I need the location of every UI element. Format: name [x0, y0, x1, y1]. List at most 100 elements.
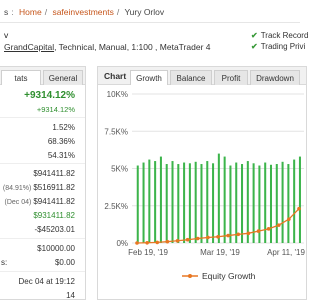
profit-bar — [142, 162, 145, 243]
x-tick-label: Feb 19, '19 — [128, 248, 168, 257]
breadcrumb-home-link[interactable]: Home — [19, 7, 42, 17]
equity-point — [155, 240, 160, 245]
profit-bar — [159, 156, 162, 243]
stat-monthly: 68.36% — [47, 137, 75, 146]
x-axis-ticks: Feb 19, '19 Mar 19, '19 Apr 11, '19 — [128, 248, 305, 257]
tab-growth[interactable]: Growth — [130, 70, 168, 85]
y-tick-label: 2.5K% — [104, 202, 128, 211]
y-tick-label: 5K% — [111, 165, 128, 174]
stat-equity-row: (84.91%) $516911.82 — [1, 183, 75, 192]
equity-point — [195, 236, 200, 241]
breadcrumb-prefix: s — [4, 7, 9, 17]
chart-label: Chart — [104, 71, 127, 81]
equity-point — [246, 231, 251, 236]
x-tick-label: Mar 19, '19 — [200, 248, 240, 257]
breadcrumb-current: Yury Orlov — [124, 7, 165, 17]
stat-highest: $941411.82 — [33, 197, 75, 206]
profit-bar — [200, 164, 203, 243]
stat-deposits: $10000.00 — [37, 244, 75, 253]
profit-bar — [281, 161, 284, 243]
profit-bar — [269, 164, 273, 243]
profit-bar — [136, 165, 139, 243]
profit-bar — [229, 165, 232, 243]
profit-bar — [298, 156, 301, 243]
profit-bar — [293, 159, 296, 243]
y-axis-ticks: 10K% 7.5K% 5K% 2.5K% 0% — [104, 90, 128, 248]
stat-interest: -$45203.01 — [34, 225, 75, 234]
equity-point — [175, 238, 180, 243]
profit-bar — [171, 161, 174, 243]
profit-bar — [217, 153, 220, 243]
equity-point — [185, 237, 190, 242]
equity-point — [226, 233, 230, 238]
equity-point — [276, 223, 281, 227]
profit-bar — [246, 161, 249, 243]
profit-bar — [188, 163, 191, 243]
profit-bar — [223, 156, 226, 243]
stats-panel: tats General +9314.12% +9314.12% 1.52% 6… — [0, 66, 86, 300]
growth-chart: 10K% 7.5K% 5K% 2.5K% 0% Feb 19, '19 Mar 19, '… — [104, 90, 305, 281]
check-icon: ✔ — [251, 42, 258, 51]
legend-label: Equity Growth — [202, 271, 256, 281]
tab-stats[interactable]: tats — [1, 70, 41, 85]
stat-updated: Dec 04 at 19:12 — [18, 277, 75, 286]
equity-point — [266, 227, 271, 231]
profit-bar — [235, 162, 238, 243]
chart-panel: Chart Growth Balance Profit Drawdown 10K… — [97, 66, 307, 300]
stat-equity: $516911.82 — [33, 183, 75, 192]
profit-bars — [136, 153, 301, 243]
y-tick-label: 10K% — [107, 90, 128, 99]
stat-daily: 1.52% — [52, 123, 75, 132]
equity-point — [256, 229, 261, 233]
profit-bar — [252, 163, 255, 243]
stat-equity-pct: (84.91%) — [2, 185, 32, 192]
tab-drawdown[interactable]: Drawdown — [250, 70, 300, 85]
profit-bar — [287, 164, 290, 243]
profit-bar — [212, 163, 215, 243]
broker-link[interactable]: GrandCapital — [4, 42, 54, 52]
breadcrumb: s: Home / safeinvestments / Yury Orlov — [4, 7, 165, 17]
stat-abs-gain: +9314.12% — [36, 105, 75, 114]
equity-point — [145, 240, 149, 245]
profit-bar — [194, 161, 197, 243]
header-divider — [0, 22, 300, 23]
y-tick-label: 7.5K% — [104, 127, 128, 136]
stats-tabs: tats General — [0, 67, 85, 85]
profit-bar — [165, 164, 168, 243]
account-meta: GrandCapital, Technical, Manual, 1:100 ,… — [4, 42, 211, 52]
stat-profit: $931411.82 — [33, 211, 75, 220]
equity-point — [216, 234, 220, 239]
stat-balance: $941411.82 — [33, 169, 75, 178]
equity-point — [206, 235, 210, 240]
profit-bar — [275, 164, 278, 243]
stat-highest-row: (Dec 04) $941411.82 — [1, 197, 75, 206]
account-meta-rest: , Technical, Manual, 1:100 , MetaTrader … — [54, 42, 211, 52]
breadcrumb-safeinvestments-link[interactable]: safeinvestments — [52, 7, 113, 17]
profit-bar — [264, 162, 267, 243]
stat-highest-date: (Dec 04) — [4, 199, 32, 206]
legend-swatch-dot — [188, 274, 192, 278]
chart-legend: Equity Growth — [182, 271, 256, 281]
profit-bar — [148, 159, 151, 243]
account-title: v — [4, 30, 9, 40]
tab-general[interactable]: General — [43, 70, 83, 85]
trading-privileges-label: Trading Privi — [260, 42, 306, 51]
stat-withdrawals: $0.00 — [54, 258, 75, 267]
tab-profit[interactable]: Profit — [214, 70, 248, 85]
profit-bar — [177, 164, 180, 243]
track-record-label: Track Record — [260, 31, 309, 40]
profit-bar — [206, 161, 209, 243]
stat-drawdown: 54.31% — [47, 151, 75, 160]
equity-point — [297, 206, 301, 211]
stat-gain: +9314.12% — [24, 90, 75, 101]
trading-privileges-verified: ✔ Trading Privi — [251, 42, 305, 51]
y-tick-label: 0% — [116, 239, 128, 248]
equity-point — [287, 217, 291, 221]
chart-tabs: Chart Growth Balance Profit Drawdown — [98, 67, 306, 85]
equity-point — [236, 232, 241, 237]
equity-point — [165, 239, 170, 244]
stat-tracking: 14 — [66, 291, 75, 300]
tab-balance[interactable]: Balance — [170, 70, 212, 85]
profit-bar — [241, 164, 244, 243]
track-record-verified: ✔ Track Record — [251, 31, 308, 40]
